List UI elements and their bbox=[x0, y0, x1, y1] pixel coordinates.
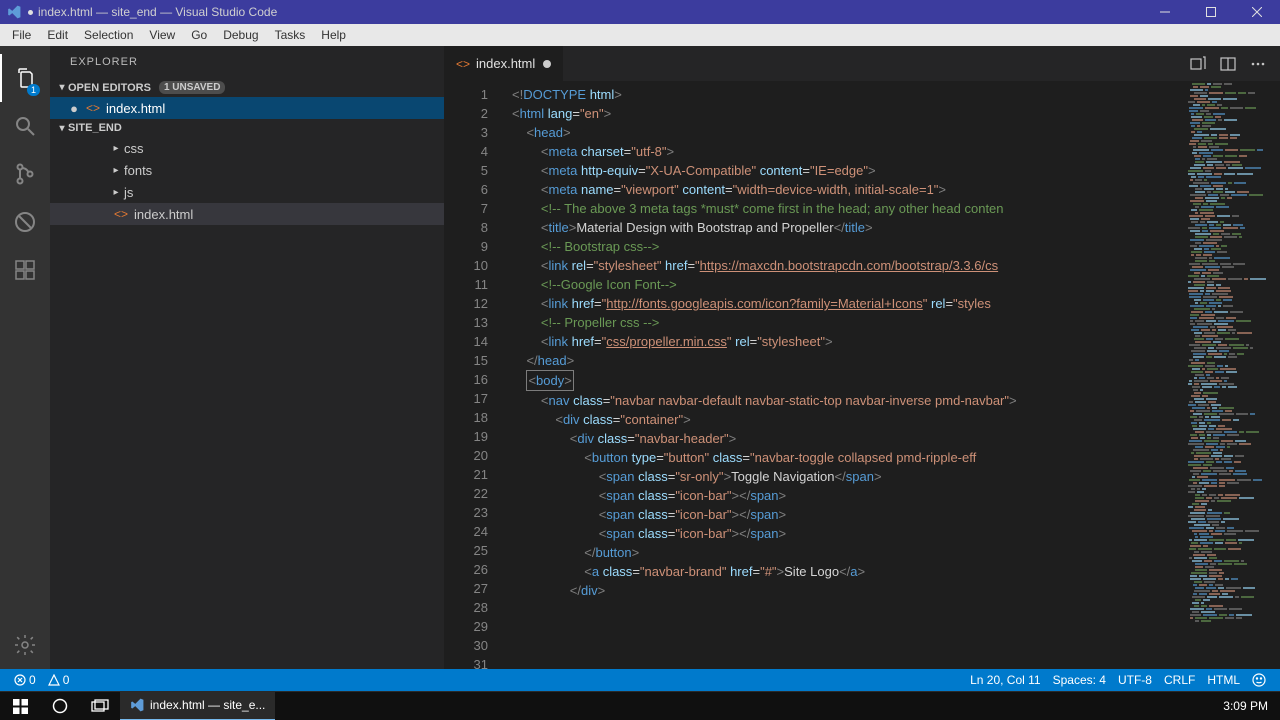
chevron-down-icon: ▾ bbox=[56, 123, 68, 134]
status-eol[interactable]: CRLF bbox=[1158, 673, 1201, 687]
modified-dot-icon: ● bbox=[70, 101, 78, 116]
menu-help[interactable]: Help bbox=[313, 25, 354, 45]
minimap[interactable] bbox=[1184, 81, 1280, 669]
menu-edit[interactable]: Edit bbox=[39, 25, 76, 45]
html-file-icon: <> bbox=[86, 101, 100, 115]
debug-icon[interactable] bbox=[0, 198, 50, 246]
close-button[interactable] bbox=[1234, 0, 1280, 24]
status-cursor-position[interactable]: Ln 20, Col 11 bbox=[964, 673, 1047, 687]
open-editor-filename: index.html bbox=[106, 101, 165, 116]
open-editors-label: OPEN EDITORS bbox=[68, 82, 151, 94]
open-editors-header[interactable]: ▾ OPEN EDITORS 1 UNSAVED bbox=[50, 78, 444, 97]
html-file-icon: <> bbox=[114, 207, 128, 221]
unsaved-dot-icon bbox=[28, 10, 33, 15]
windows-taskbar: index.html — site_e... 3:09 PM bbox=[0, 691, 1280, 720]
editor-body[interactable]: 1234567891011121314151617181920212223242… bbox=[444, 81, 1280, 669]
folder-fonts[interactable]: ▸fonts bbox=[50, 159, 444, 181]
status-feedback-icon[interactable] bbox=[1246, 673, 1272, 687]
taskbar-clock[interactable]: 3:09 PM bbox=[1211, 699, 1280, 713]
more-actions-icon[interactable] bbox=[1250, 56, 1266, 72]
menu-selection[interactable]: Selection bbox=[76, 25, 141, 45]
sidebar-explorer: EXPLORER ▾ OPEN EDITORS 1 UNSAVED ● <> i… bbox=[50, 46, 444, 669]
folder-js[interactable]: ▸js bbox=[50, 181, 444, 203]
menu-tasks[interactable]: Tasks bbox=[267, 25, 314, 45]
tab-modified-dot-icon[interactable] bbox=[543, 60, 551, 68]
explorer-badge: 1 bbox=[27, 84, 40, 96]
editor-area: <> index.html 12345678910111213141516171… bbox=[444, 46, 1280, 669]
folder-css[interactable]: ▸css bbox=[50, 137, 444, 159]
chevron-right-icon: ▸ bbox=[110, 187, 122, 198]
sidebar-title: EXPLORER bbox=[50, 46, 444, 78]
search-icon[interactable] bbox=[0, 102, 50, 150]
activity-bar: 1 bbox=[0, 46, 50, 669]
compare-changes-icon[interactable] bbox=[1190, 56, 1206, 72]
file-index.html[interactable]: <>index.html bbox=[50, 203, 444, 225]
window-title: index.html — site_end — Visual Studio Co… bbox=[38, 5, 277, 19]
split-editor-icon[interactable] bbox=[1220, 56, 1236, 72]
minimize-button[interactable] bbox=[1142, 0, 1188, 24]
unsaved-badge: 1 UNSAVED bbox=[159, 81, 226, 94]
workspace-label: SITE_END bbox=[68, 122, 122, 134]
open-editor-item[interactable]: ● <> index.html bbox=[50, 97, 444, 119]
maximize-button[interactable] bbox=[1188, 0, 1234, 24]
code-content[interactable]: <!DOCTYPE html><html lang="en"> <head> <… bbox=[504, 81, 1184, 669]
status-warnings[interactable]: 0 bbox=[42, 673, 76, 687]
tab-bar: <> index.html bbox=[444, 46, 1280, 81]
status-errors[interactable]: 0 bbox=[8, 673, 42, 687]
workspace-header[interactable]: ▾ SITE_END bbox=[50, 119, 444, 137]
source-control-icon[interactable] bbox=[0, 150, 50, 198]
chevron-down-icon: ▾ bbox=[56, 82, 68, 93]
status-indentation[interactable]: Spaces: 4 bbox=[1047, 673, 1112, 687]
cortana-icon[interactable] bbox=[40, 692, 80, 720]
menu-view[interactable]: View bbox=[141, 25, 183, 45]
status-bar: 0 0 Ln 20, Col 11 Spaces: 4 UTF-8 CRLF H… bbox=[0, 669, 1280, 691]
settings-gear-icon[interactable] bbox=[0, 621, 50, 669]
explorer-icon[interactable]: 1 bbox=[0, 54, 50, 102]
editor-tab[interactable]: <> index.html bbox=[444, 46, 564, 81]
menubar: FileEditSelectionViewGoDebugTasksHelp bbox=[0, 24, 1280, 46]
status-language[interactable]: HTML bbox=[1201, 673, 1246, 687]
task-view-icon[interactable] bbox=[80, 692, 120, 720]
menu-debug[interactable]: Debug bbox=[215, 25, 266, 45]
start-button[interactable] bbox=[0, 692, 40, 720]
html-file-icon: <> bbox=[456, 57, 470, 71]
menu-file[interactable]: File bbox=[4, 25, 39, 45]
line-number-gutter: 1234567891011121314151617181920212223242… bbox=[444, 81, 504, 669]
extensions-icon[interactable] bbox=[0, 246, 50, 294]
chevron-right-icon: ▸ bbox=[110, 143, 122, 154]
chevron-right-icon: ▸ bbox=[110, 165, 122, 176]
status-encoding[interactable]: UTF-8 bbox=[1112, 673, 1158, 687]
tab-filename: index.html bbox=[476, 56, 535, 71]
taskbar-app-label: index.html — site_e... bbox=[150, 698, 265, 712]
menu-go[interactable]: Go bbox=[183, 25, 215, 45]
taskbar-app-vscode[interactable]: index.html — site_e... bbox=[120, 692, 275, 720]
vscode-icon bbox=[6, 4, 22, 20]
window-titlebar: index.html — site_end — Visual Studio Co… bbox=[0, 0, 1280, 24]
